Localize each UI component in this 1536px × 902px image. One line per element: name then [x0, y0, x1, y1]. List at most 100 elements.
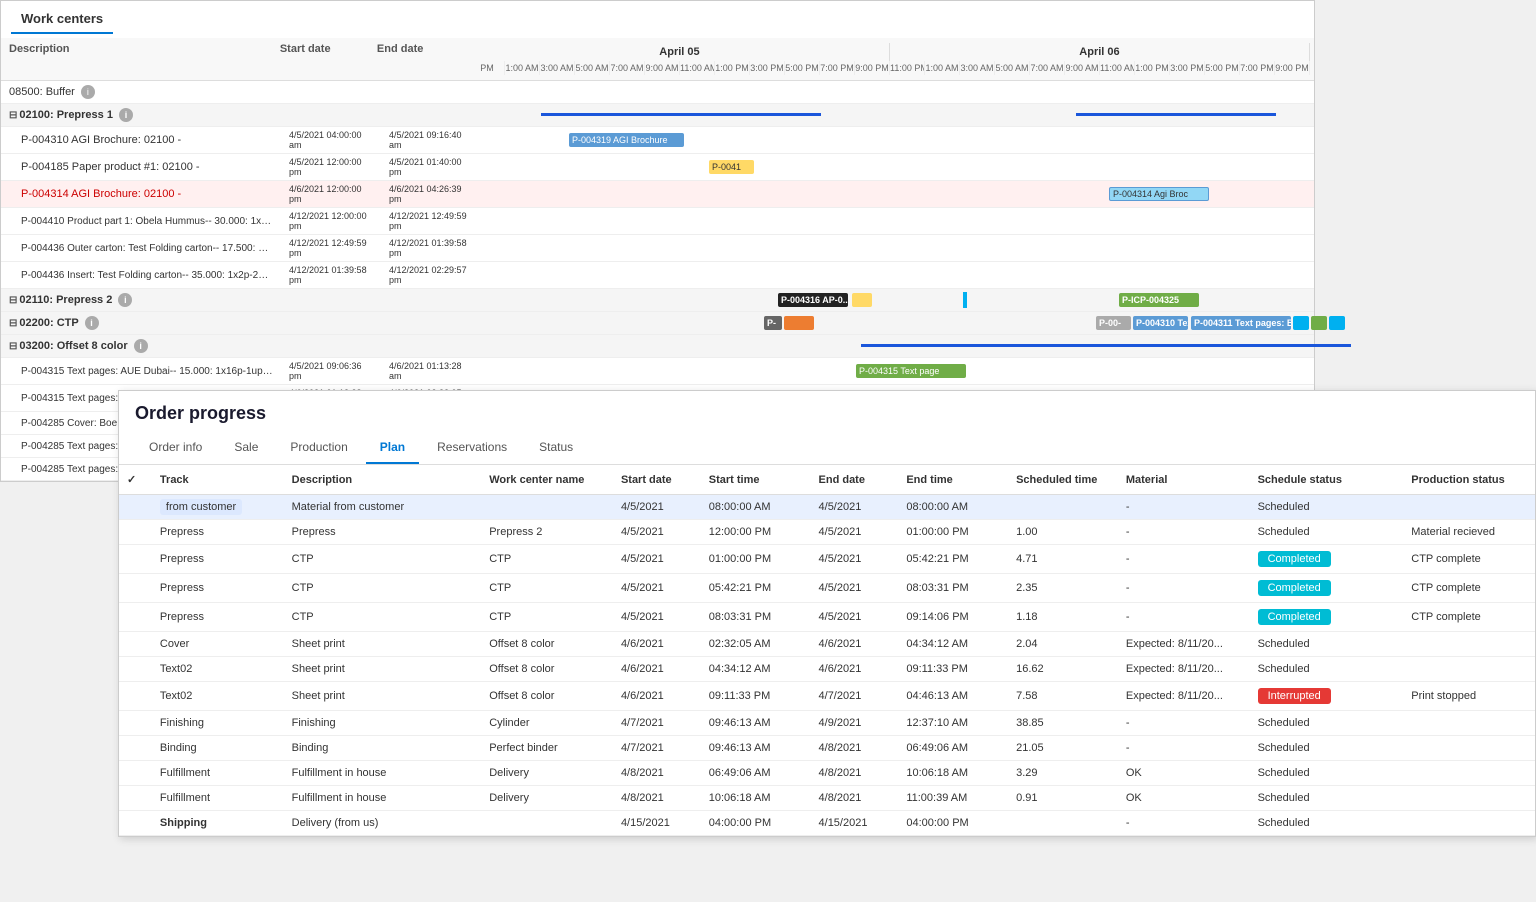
row-check[interactable] [119, 682, 152, 711]
row-check[interactable] [119, 711, 152, 736]
row-endtime: 04:46:13 AM [898, 682, 1008, 711]
row-check[interactable] [119, 632, 152, 657]
table-row[interactable]: BindingBindingPerfect binder4/7/202109:4… [119, 736, 1535, 761]
row-check[interactable] [119, 495, 152, 520]
wc-row-p004185[interactable]: P-004185 Paper product #1: 02100 - 4/5/2… [1, 154, 1314, 181]
th-schedtime[interactable]: Scheduled time [1008, 465, 1118, 495]
gantt-bar-p004185: P-0041 [709, 160, 754, 174]
row-startdate: 4/6/2021 [613, 682, 701, 711]
row-track: Cover [152, 632, 284, 657]
row-enddate: 4/15/2021 [811, 811, 899, 836]
completed-badge: Completed [1258, 609, 1331, 625]
table-row[interactable]: FulfillmentFulfillment in houseDelivery4… [119, 761, 1535, 786]
row-endtime: 12:37:10 AM [898, 711, 1008, 736]
row-startdate: 4/6/2021 [613, 632, 701, 657]
row-description: CTP [284, 545, 482, 574]
table-row[interactable]: PrepressCTPCTP4/5/202101:00:00 PM4/5/202… [119, 545, 1535, 574]
row-wcn: CTP [481, 545, 613, 574]
row-wcn: CTP [481, 603, 613, 632]
row-starttime: 02:32:05 AM [701, 632, 811, 657]
row-prodstatus [1403, 711, 1535, 736]
table-row[interactable]: FinishingFinishingCylinder4/7/202109:46:… [119, 711, 1535, 736]
row-wcn: Offset 8 color [481, 657, 613, 682]
table-row[interactable]: PrepressCTPCTP4/5/202108:03:31 PM4/5/202… [119, 603, 1535, 632]
tab-production[interactable]: Production [276, 432, 361, 464]
row-check[interactable] [119, 520, 152, 545]
th-track[interactable]: Track [152, 465, 284, 495]
row-track: Prepress [152, 520, 284, 545]
wc-row-p004315a[interactable]: P-004315 Text pages: AUE Dubai-- 15.000:… [1, 358, 1314, 385]
row-check[interactable] [119, 574, 152, 603]
th-schedstatus[interactable]: Schedule status [1250, 465, 1404, 495]
wc-row-offset8[interactable]: ⊟03200: Offset 8 color i [1, 335, 1314, 358]
gantt-time-row: PM 1:00 AM 3:00 AM 5:00 AM 7:00 AM 9:00 … [470, 61, 1310, 75]
wc-row-p004314[interactable]: P-004314 AGI Brochure: 02100 - 4/6/2021 … [1, 181, 1314, 208]
wc-row-p004310[interactable]: P-004310 AGI Brochure: 02100 - 4/5/2021 … [1, 127, 1314, 154]
row-endtime: 04:34:12 AM [898, 632, 1008, 657]
tab-reservations[interactable]: Reservations [423, 432, 521, 464]
th-material[interactable]: Material [1118, 465, 1250, 495]
row-check[interactable] [119, 811, 152, 836]
order-progress-panel: Order progress Order info Sale Productio… [118, 390, 1536, 837]
wc-gantt-p004315a: P-004315 Text page [481, 360, 1314, 382]
table-row[interactable]: PrepressCTPCTP4/5/202105:42:21 PM4/5/202… [119, 574, 1535, 603]
table-row[interactable]: ShippingDelivery (from us)4/15/202104:00… [119, 811, 1535, 836]
th-wcn[interactable]: Work center name [481, 465, 613, 495]
row-check[interactable] [119, 786, 152, 811]
wc-gantt-prepress2: P-004316 AP-0... P-ICP-004325 [481, 289, 1314, 311]
completed-badge: Completed [1258, 580, 1331, 596]
row-startdate: 4/8/2021 [613, 761, 701, 786]
wc-row-prepress1[interactable]: ⊟02100: Prepress 1 i [1, 104, 1314, 127]
row-material: - [1118, 711, 1250, 736]
tab-order-info[interactable]: Order info [135, 432, 216, 464]
wc-row-p004410[interactable]: P-004410 Product part 1: Obela Hummus-- … [1, 208, 1314, 235]
th-starttime[interactable]: Start time [701, 465, 811, 495]
th-startdate[interactable]: Start date [613, 465, 701, 495]
wc-row-prepress2[interactable]: ⊟02110: Prepress 2 i P-004316 AP-0... P-… [1, 289, 1314, 312]
row-enddate: 4/8/2021 [811, 786, 899, 811]
gantt-date-april06: April 06 [890, 43, 1310, 61]
table-row[interactable]: PrepressPrepressPrepress 24/5/202112:00:… [119, 520, 1535, 545]
table-row[interactable]: Text02Sheet printOffset 8 color4/6/20210… [119, 682, 1535, 711]
tab-plan[interactable]: Plan [366, 432, 419, 464]
wc-row-p004436b[interactable]: P-004436 Insert: Test Folding carton-- 3… [1, 262, 1314, 289]
wc-row-p004436a[interactable]: P-004436 Outer carton: Test Folding cart… [1, 235, 1314, 262]
wc-gantt-p004410 [481, 210, 1314, 232]
table-row[interactable]: CoverSheet printOffset 8 color4/6/202102… [119, 632, 1535, 657]
info-icon: i [118, 293, 132, 307]
row-material: - [1118, 495, 1250, 520]
th-prodstatus[interactable]: Production status [1403, 465, 1535, 495]
row-starttime: 08:00:00 AM [701, 495, 811, 520]
row-starttime: 01:00:00 PM [701, 545, 811, 574]
row-starttime: 08:03:31 PM [701, 603, 811, 632]
row-track: Fulfillment [152, 761, 284, 786]
table-row[interactable]: from customerMaterial from customer4/5/2… [119, 495, 1535, 520]
wc-row-ctp[interactable]: ⊟02200: CTP i P- P-00- P-004310 Tex p P-… [1, 312, 1314, 335]
row-material: Expected: 8/11/20... [1118, 682, 1250, 711]
tab-sale[interactable]: Sale [220, 432, 272, 464]
row-scheduledtime: 0.91 [1008, 786, 1118, 811]
table-row[interactable]: FulfillmentFulfillment in houseDelivery4… [119, 786, 1535, 811]
row-prodstatus: CTP complete [1403, 603, 1535, 632]
row-track: Binding [152, 736, 284, 761]
row-check[interactable] [119, 761, 152, 786]
gantt-line-offset8 [861, 344, 1351, 347]
row-enddate: 4/5/2021 [811, 520, 899, 545]
row-check[interactable] [119, 736, 152, 761]
tab-status[interactable]: Status [525, 432, 587, 464]
row-check[interactable] [119, 603, 152, 632]
info-icon: i [85, 316, 99, 330]
row-starttime: 09:11:33 PM [701, 682, 811, 711]
row-enddate: 4/8/2021 [811, 761, 899, 786]
th-enddate[interactable]: End date [811, 465, 899, 495]
row-schedstatus: Scheduled [1250, 711, 1404, 736]
info-icon: i [119, 108, 133, 122]
row-check[interactable] [119, 657, 152, 682]
table-row[interactable]: Text02Sheet printOffset 8 color4/6/20210… [119, 657, 1535, 682]
row-check[interactable] [119, 545, 152, 574]
row-prodstatus [1403, 495, 1535, 520]
info-icon: i [134, 339, 148, 353]
wc-row-buffer[interactable]: 08500: Buffer i [1, 81, 1314, 104]
th-description[interactable]: Description [284, 465, 482, 495]
th-endtime[interactable]: End time [898, 465, 1008, 495]
